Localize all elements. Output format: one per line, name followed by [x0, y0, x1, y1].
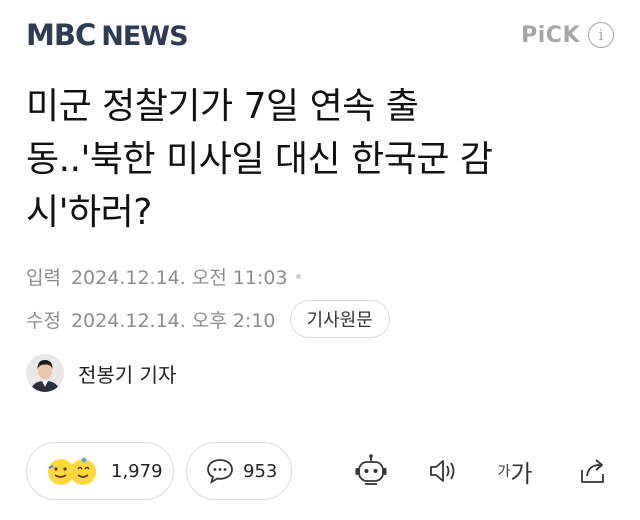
logo-mbc-text: MBC — [26, 18, 96, 52]
logo-news-text: NEWS — [101, 21, 188, 52]
comment-button[interactable]: 953 — [186, 442, 292, 500]
mbc-news-logo[interactable]: MBC NEWS — [26, 18, 189, 52]
reaction-count: 1,979 — [111, 460, 163, 482]
title-line: 동..'북한 미사일 대신 한국군 감 — [26, 139, 493, 180]
top-bar: MBC NEWS PiCK i — [0, 0, 640, 72]
reaction-emoji-icon — [45, 453, 103, 489]
font-big-glyph: 가 — [510, 459, 533, 488]
font-small-glyph: 가 — [497, 464, 511, 480]
article-title: 미군 정찰기가 7일 연속 출 동..'북한 미사일 대신 한국군 감 시'하러… — [26, 80, 616, 239]
modified-time: 2024.12.14. 오후 2:10 — [70, 309, 276, 332]
pick-label: PiCK — [521, 22, 580, 48]
action-bar: 1,979 953 가 가 — [0, 438, 640, 504]
published-info: 입력 2024.12.14. 오전 11:03 — [26, 263, 301, 290]
share-icon[interactable] — [574, 452, 612, 490]
reporter-name: 전봉기 기자 — [78, 362, 177, 387]
comment-icon — [205, 457, 235, 485]
modified-info: 수정 2024.12.14. 오후 2:10 기사원문 — [26, 300, 390, 338]
title-line: 미군 정찰기가 7일 연속 출 — [26, 86, 419, 127]
reaction-button[interactable]: 1,979 — [26, 442, 174, 500]
published-time: 2024.12.14. 오전 11:03 — [70, 267, 288, 289]
speaker-icon[interactable] — [424, 452, 462, 490]
robot-icon[interactable] — [352, 452, 390, 490]
info-icon[interactable]: i — [588, 22, 614, 48]
reporter-avatar — [26, 354, 64, 392]
separator-dot — [295, 274, 301, 279]
comment-count: 953 — [243, 460, 278, 482]
modified-label: 수정 — [26, 309, 61, 332]
pick-badge[interactable]: PiCK i — [521, 22, 614, 48]
original-article-button[interactable]: 기사원문 — [289, 300, 390, 338]
reporter-byline[interactable]: 전봉기 기자 — [26, 354, 176, 392]
published-label: 입력 — [26, 267, 61, 289]
font-size-icon[interactable]: 가 가 — [496, 452, 534, 490]
title-line: 시'하러? — [26, 192, 152, 233]
